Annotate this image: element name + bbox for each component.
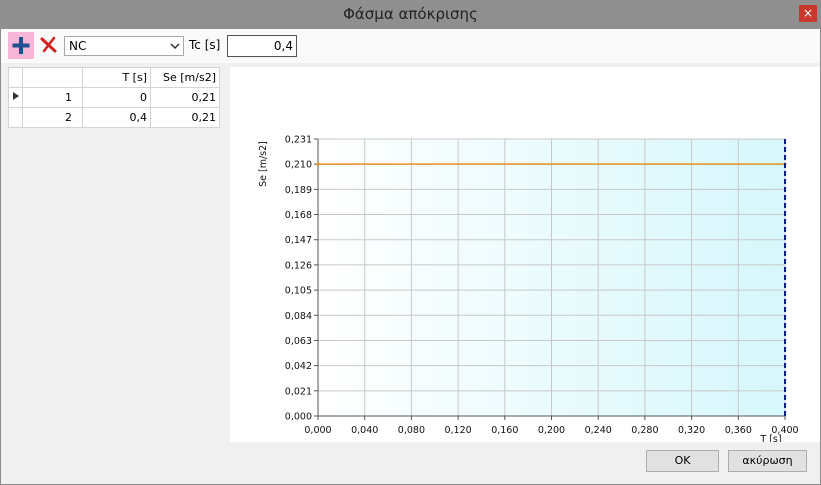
y-tick-label: 0,168 [285, 210, 312, 221]
y-tick-label: 0,084 [285, 311, 312, 322]
x-tick-label: 0,000 [304, 425, 331, 436]
spectrum-chart: 0,000 0,040 0,080 0,120 0,160 0,200 0,240 0,280… [230, 67, 820, 445]
close-button[interactable]: × [799, 5, 817, 22]
spectrum-table: T [s] Se [m/s2] 1 0 0,21 2 0,4 0,21 [8, 67, 220, 128]
y-tick-label: 0,000 [285, 412, 312, 423]
cell-t[interactable]: 0 [82, 87, 151, 108]
add-row-button[interactable] [8, 32, 34, 59]
x-tick-label: 0,320 [678, 425, 705, 436]
cell-se[interactable]: 0,21 [150, 87, 220, 108]
x-tick-label: 0,360 [725, 425, 752, 436]
y-tick-label: 0,231 [285, 135, 312, 146]
tc-input[interactable]: 0,4 [227, 35, 297, 57]
x-axis-label: T [s] [759, 434, 781, 442]
window-title: Φάσμα απόκρισης [343, 5, 478, 23]
red-x-icon [40, 36, 57, 53]
tc-label: Tc [s] [189, 38, 221, 52]
x-tick-label: 0,280 [631, 425, 658, 436]
x-tick-label: 0,080 [398, 425, 425, 436]
y-tick-label: 0,189 [285, 185, 312, 196]
chart-svg: 0,000 0,040 0,080 0,120 0,160 0,200 0,240 0,280… [230, 67, 820, 445]
y-axis-label: Se [m/s2] [258, 141, 269, 187]
row-number: 2 [22, 107, 83, 128]
combo-value: NC [69, 39, 87, 53]
x-tick-label: 0,240 [585, 425, 612, 436]
title-bar: Φάσμα απόκρισης × [0, 0, 821, 29]
y-tick-label: 0,147 [285, 235, 312, 246]
table-header-row: T [s] Se [m/s2] [8, 67, 220, 88]
toolbar: NC Tc [s] 0,4 [1, 29, 820, 63]
y-tick-label: 0,021 [285, 386, 312, 397]
y-tick-label: 0,210 [285, 160, 312, 171]
delete-row-button[interactable] [39, 35, 59, 55]
dialog-body: NC Tc [s] 0,4 T [s] Se [m/s2] 1 0 0,21 2… [1, 29, 820, 484]
ok-button[interactable]: OK [646, 450, 719, 472]
column-header-se[interactable]: Se [m/s2] [150, 67, 220, 88]
data-point [316, 162, 320, 166]
x-tick-label: 0,040 [351, 425, 378, 436]
x-tick-label: 0,200 [538, 425, 565, 436]
y-tick-label: 0,063 [285, 336, 312, 347]
table-row[interactable]: 1 0 0,21 [8, 87, 220, 108]
current-row-indicator-icon [8, 87, 23, 108]
row-number: 1 [22, 87, 83, 108]
column-header-t[interactable]: T [s] [82, 67, 151, 88]
standard-combo[interactable]: NC [64, 36, 184, 56]
y-tick-label: 0,105 [285, 286, 312, 297]
y-tick-label: 0,042 [285, 361, 312, 372]
y-tick-label: 0,126 [285, 260, 312, 271]
plus-icon [12, 37, 30, 54]
chevron-down-icon [170, 43, 180, 50]
table-row[interactable]: 2 0,4 0,21 [8, 107, 220, 128]
cell-se[interactable]: 0,21 [150, 107, 220, 128]
x-tick-label: 0,120 [444, 425, 471, 436]
cell-t[interactable]: 0,4 [82, 107, 151, 128]
cancel-button[interactable]: ακύρωση [728, 450, 807, 472]
x-tick-label: 0,160 [491, 425, 518, 436]
